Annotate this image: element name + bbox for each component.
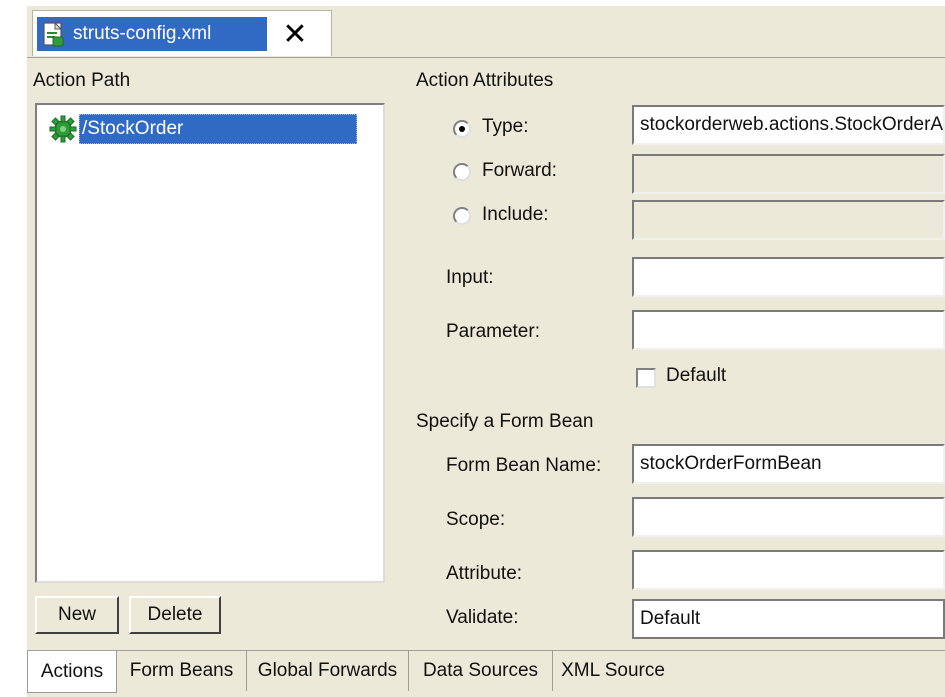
editor-window: struts-config.xml ✕ Action Path /StockOr…	[0, 0, 945, 697]
delete-button[interactable]: Delete	[129, 596, 221, 634]
type-radio[interactable]	[453, 120, 471, 138]
scope-label: Scope:	[446, 509, 506, 530]
forward-label: Forward:	[482, 160, 557, 181]
input-field[interactable]	[632, 257, 945, 297]
page-tab-bar: Actions Form Beans Global Forwards Data …	[27, 650, 945, 697]
validate-select[interactable]: Default	[632, 599, 945, 639]
type-field[interactable]: stockorderweb.actions.StockOrderAction	[632, 105, 945, 145]
parameter-label: Parameter:	[446, 321, 540, 342]
include-label: Include:	[482, 204, 549, 225]
tab-xml-source[interactable]: XML Source	[553, 651, 673, 691]
left-margin	[0, 0, 27, 697]
include-field[interactable]	[632, 200, 945, 240]
include-radio[interactable]	[453, 207, 471, 225]
editor-tab-bar: struts-config.xml ✕	[27, 6, 945, 58]
gear-icon	[47, 114, 79, 144]
tab-actions[interactable]: Actions	[27, 651, 117, 693]
input-label: Input:	[446, 267, 494, 288]
scope-field[interactable]	[632, 497, 945, 537]
action-path-heading: Action Path	[33, 70, 131, 91]
default-checkbox-label: Default	[666, 365, 727, 386]
parameter-field[interactable]	[632, 310, 945, 350]
list-item-label: /StockOrder	[79, 114, 357, 144]
actions-page: Action Path /StockOrder New Delete Actio…	[27, 58, 945, 650]
form-bean-heading: Specify a Form Bean	[416, 411, 594, 432]
validate-label: Validate:	[446, 607, 519, 628]
list-item-stockorder[interactable]: /StockOrder	[47, 113, 357, 145]
attribute-label: Attribute:	[446, 563, 523, 584]
new-button[interactable]: New	[35, 596, 119, 634]
form-bean-name-field[interactable]: stockOrderFormBean	[632, 444, 945, 484]
form-bean-name-label: Form Bean Name:	[446, 455, 602, 476]
tab-global-forwards[interactable]: Global Forwards	[247, 651, 409, 691]
close-icon[interactable]: ✕	[273, 15, 317, 53]
action-attributes-heading: Action Attributes	[416, 70, 554, 91]
forward-field[interactable]	[632, 154, 945, 194]
editor-tab-title-area[interactable]: struts-config.xml	[37, 17, 267, 51]
action-path-list[interactable]: /StockOrder	[35, 103, 385, 583]
default-checkbox[interactable]	[636, 368, 656, 388]
forward-radio[interactable]	[453, 163, 471, 181]
xml-file-icon	[41, 21, 67, 47]
editor-tab[interactable]: struts-config.xml ✕	[32, 10, 332, 56]
editor-tab-label: struts-config.xml	[73, 23, 212, 44]
tab-data-sources[interactable]: Data Sources	[409, 651, 553, 691]
tab-form-beans[interactable]: Form Beans	[117, 651, 247, 691]
type-label: Type:	[482, 116, 529, 137]
attribute-field[interactable]	[632, 550, 945, 590]
